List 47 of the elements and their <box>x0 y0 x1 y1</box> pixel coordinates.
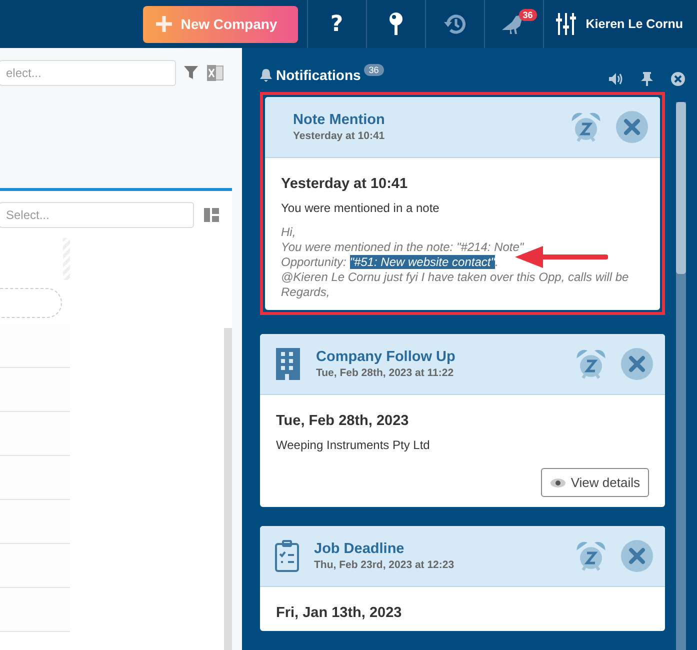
card-text: You were mentioned in a note <box>281 201 440 215</box>
note-line: You were mentioned in the note: "#214: Note" <box>281 240 525 255</box>
pin-icon[interactable] <box>388 12 403 36</box>
card-timestamp: Tue, Feb 28th, 2023 at 11:22 <box>316 367 455 379</box>
alarm-clock-icon[interactable] <box>575 348 607 380</box>
note-line: Hi, <box>281 225 297 240</box>
card-text: Weeping Instruments Pty Ltd <box>276 438 431 452</box>
card-heading: Tue, Feb 28th, 2023 <box>276 413 410 429</box>
pin-icon[interactable] <box>641 72 653 86</box>
bell-icon <box>260 68 272 82</box>
close-icon[interactable] <box>671 72 685 86</box>
note-line: Regards, <box>281 285 331 300</box>
card-title: Job Deadline <box>314 541 406 557</box>
card-heading: Fri, Jan 13th, 2023 <box>276 605 403 621</box>
close-icon[interactable] <box>616 111 648 143</box>
card-heading: Yesterday at 10:41 <box>281 176 409 192</box>
notification-badge: 36 <box>518 9 537 21</box>
search-field[interactable]: elect... <box>0 60 176 86</box>
note-line: @Kieren Le Cornu just fyi I have taken over this Opp, calls will be <box>281 270 630 285</box>
alarm-clock-icon[interactable] <box>575 540 607 572</box>
note-line: Opportunity: "#51: New website contact". <box>281 255 500 270</box>
select-field[interactable]: Select... <box>0 202 194 228</box>
card-title: Note Mention <box>293 112 386 128</box>
notification-count: 36 <box>364 64 384 76</box>
speaker-icon[interactable] <box>609 73 623 85</box>
layout-icon[interactable] <box>204 208 219 222</box>
help-button[interactable]: ? <box>324 10 350 38</box>
scrollbar[interactable] <box>224 328 232 650</box>
eye-icon <box>550 478 566 488</box>
history-icon[interactable] <box>444 13 466 35</box>
sliders-icon[interactable] <box>556 12 576 36</box>
alarm-clock-icon[interactable] <box>570 111 602 143</box>
card-timestamp: Yesterday at 10:41 <box>293 130 386 142</box>
card-timestamp: Thu, Feb 23rd, 2023 at 12:23 <box>314 559 456 571</box>
close-icon[interactable] <box>621 540 653 572</box>
panel-title: Notifications <box>276 67 361 83</box>
drop-zone <box>0 288 62 318</box>
clipboard-checklist-icon <box>274 540 300 572</box>
view-details-button[interactable]: View details <box>540 468 649 497</box>
plus-icon <box>154 15 173 33</box>
user-name[interactable]: Kieren Le Cornu <box>586 17 683 31</box>
spreadsheet-icon[interactable] <box>206 64 224 82</box>
scrollbar[interactable] <box>676 102 686 650</box>
building-icon <box>274 348 302 380</box>
card-title: Company Follow Up <box>316 349 456 365</box>
filter-icon[interactable] <box>184 66 198 80</box>
close-icon[interactable] <box>621 348 653 380</box>
